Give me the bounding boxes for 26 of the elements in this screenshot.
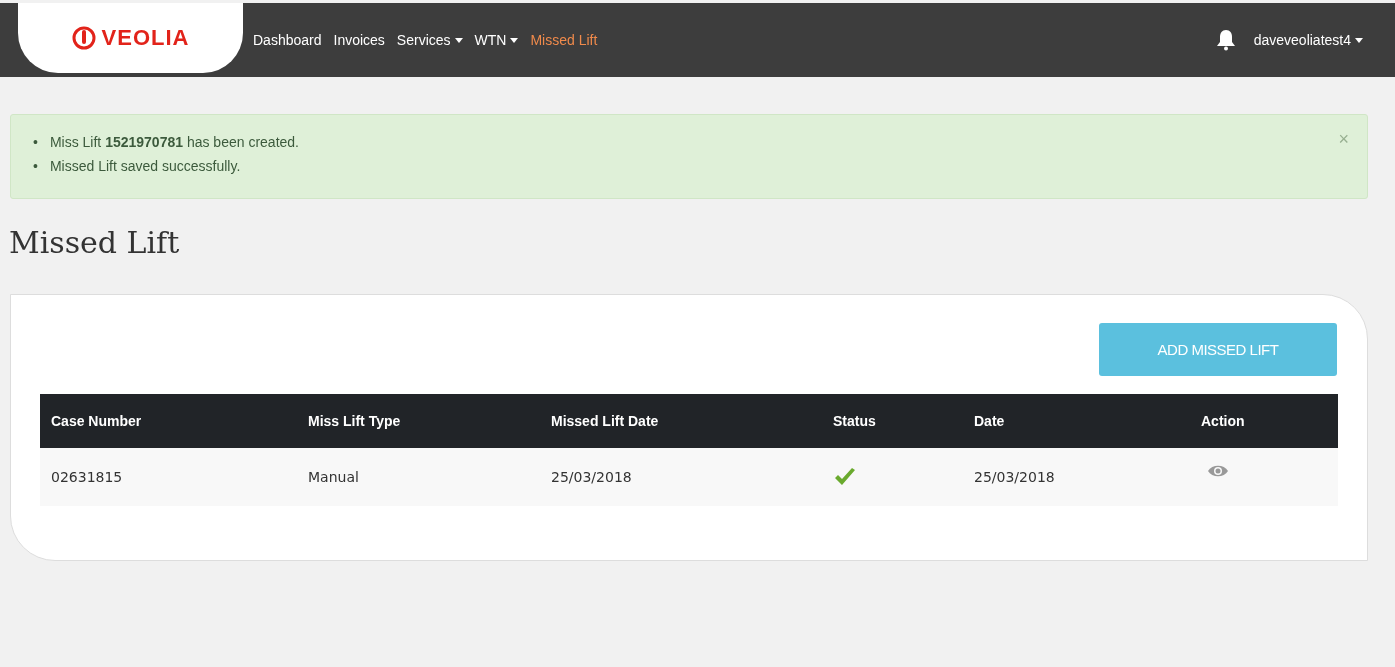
alert-message: Miss Lift 1521970781 has been created.: [49, 133, 299, 151]
nav-link[interactable]: WTN: [474, 32, 519, 48]
column-header: Action: [1190, 394, 1338, 448]
table-cell: 25/03/2018: [540, 448, 822, 506]
view-icon[interactable]: [1207, 464, 1229, 478]
nav-link[interactable]: Missed Lift: [530, 32, 598, 48]
nav-link[interactable]: Dashboard: [253, 32, 322, 48]
table-cell: 02631815: [40, 448, 297, 506]
bullet: •: [33, 157, 38, 175]
column-header: Date: [963, 394, 1190, 448]
nav-link[interactable]: Invoices: [333, 32, 385, 48]
column-header: Case Number: [40, 394, 297, 448]
column-header: Status: [822, 394, 963, 448]
column-header: Miss Lift Type: [297, 394, 540, 448]
brand-name: VEOLIA: [101, 25, 190, 51]
user-menu[interactable]: daveveoliatest4: [1253, 32, 1363, 48]
bell-icon[interactable]: [1215, 29, 1236, 51]
page-title: Missed Lift: [9, 225, 181, 260]
alert-message: Missed Lift saved successfully.: [49, 157, 241, 175]
table-cell: 25/03/2018: [963, 448, 1190, 506]
logo-icon: [71, 26, 96, 50]
logo-tab[interactable]: VEOLIA: [18, 3, 243, 73]
bullet: •: [33, 133, 38, 151]
nav-link[interactable]: Services: [396, 32, 463, 48]
column-header: Missed Lift Date: [540, 394, 822, 448]
table-cell: Manual: [297, 448, 540, 506]
